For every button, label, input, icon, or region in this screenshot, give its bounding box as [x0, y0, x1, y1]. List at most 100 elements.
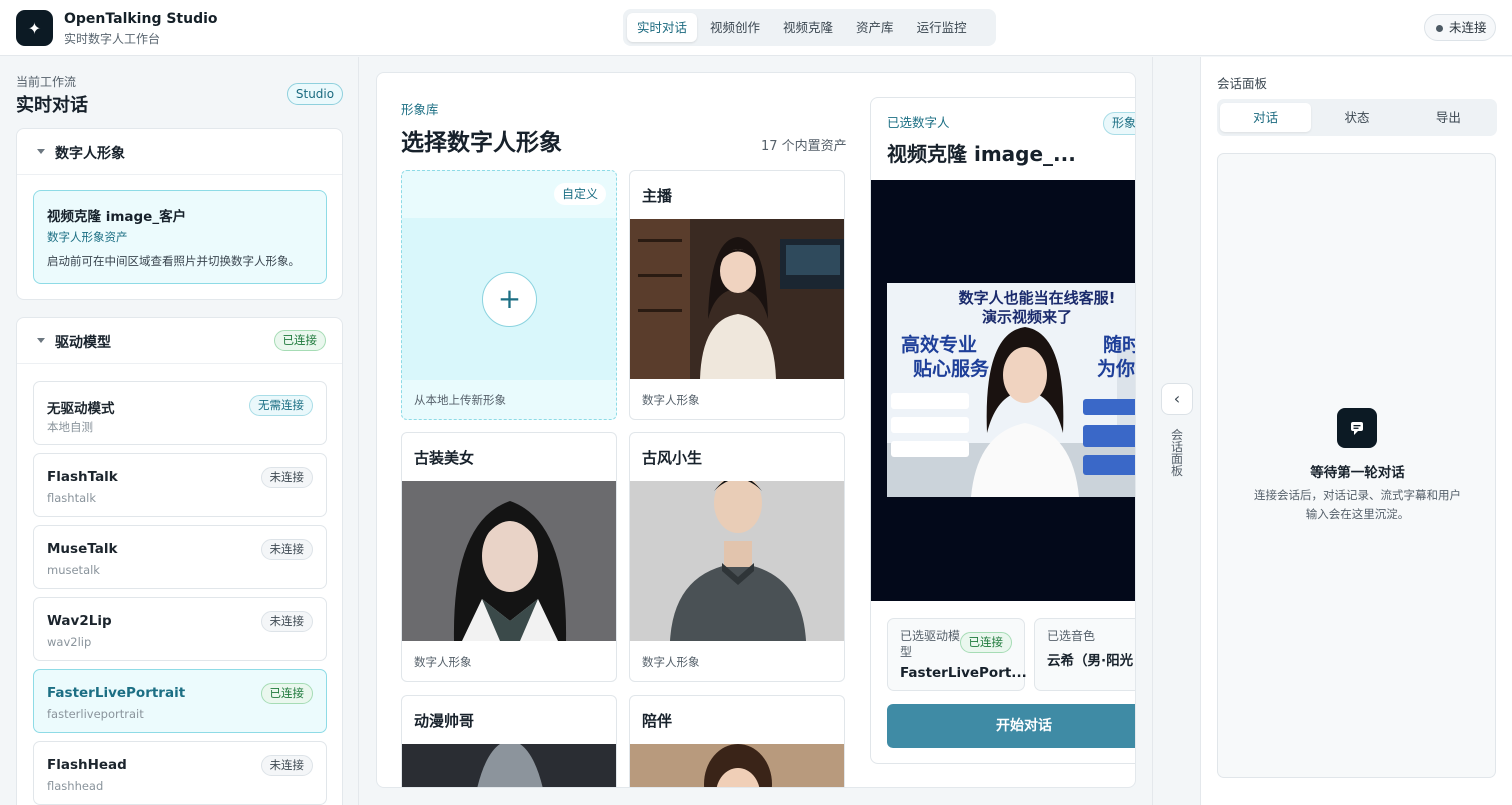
- model-section: 驱动模型 已连接 无驱动模式 本地自测 无需连接 FlashTalk flash…: [16, 317, 343, 805]
- selected-avatar-type: 数字人形象资产: [47, 230, 128, 244]
- avatar-name: 动漫帅哥: [414, 712, 475, 730]
- library-count: 17 个内置资产: [761, 139, 847, 154]
- avatar-photo-anchor: [630, 219, 844, 379]
- model-name: FasterLivePortrait: [47, 685, 186, 701]
- library-title: 选择数字人形象: [401, 130, 562, 156]
- selected-avatar-name: 视频克隆 image_客户: [47, 209, 187, 225]
- chat-area: 等待第一轮对话 连接会话后，对话记录、流式字幕和用户输入会在这里沉淀。: [1217, 153, 1496, 778]
- avatar-tile-companion[interactable]: 陪伴: [629, 695, 845, 787]
- preview-tag: 形象: [1103, 112, 1135, 135]
- custom-tag: 自定义: [553, 183, 606, 205]
- model-section-title: 驱动模型: [55, 335, 111, 351]
- avatar-photo-ancient-scholar: [630, 481, 844, 641]
- avatar-name: 古装美女: [414, 449, 475, 467]
- avatar-tile-ancient-beauty[interactable]: 古装美女 数字人形象: [401, 432, 617, 682]
- upload-area: +: [402, 218, 616, 380]
- model-status-badge: 未连接: [260, 539, 313, 560]
- status-dot-icon: [1436, 25, 1443, 32]
- avatar-tile-anchor[interactable]: 主播 数字人形象: [629, 170, 845, 420]
- model-section-header[interactable]: 驱动模型 已连接: [17, 318, 342, 364]
- selected-model-status: 已连接: [959, 632, 1012, 653]
- start-chat-button[interactable]: 开始对话: [887, 704, 1135, 748]
- avatar-type: 数字人形象: [642, 393, 700, 407]
- avatar-name: 陪伴: [642, 712, 673, 730]
- avatar-library-panel: 形象库 选择数字人形象 17 个内置资产 + 自定义 从本地上传新形象 主播 数…: [376, 72, 1136, 788]
- model-item-flashtalk[interactable]: FlashTalk flashtalk 未连接: [33, 453, 327, 517]
- model-item-wav2lip[interactable]: Wav2Lip wav2lip 未连接: [33, 597, 327, 661]
- caret-down-icon: [37, 149, 45, 154]
- nav-tab-video-creation[interactable]: 视频创作: [700, 13, 770, 42]
- top-bar: ✦ OpenTalking Studio 实时数字人工作台 实时对话 视频创作 …: [0, 0, 1512, 56]
- model-status-badge: 已连接: [260, 683, 313, 704]
- selected-avatar-desc: 启动前可在中间区域查看照片并切换数字人形象。: [47, 254, 300, 268]
- avatar-section: 数字人形象 视频克隆 image_客户 数字人形象资产 启动前可在中间区域查看照…: [16, 128, 343, 300]
- nav-tab-video-clone[interactable]: 视频克隆: [773, 13, 843, 42]
- workflow-badge: Studio: [287, 83, 343, 105]
- caret-down-icon: [37, 338, 45, 343]
- selected-voice-card[interactable]: 已选音色 云希（男·阳光: [1034, 618, 1135, 691]
- model-name: 无驱动模式: [47, 401, 115, 417]
- thumb-left-1: 高效专业: [901, 333, 977, 356]
- selected-model-value: FasterLivePort...: [900, 665, 1027, 681]
- model-id: flashtalk: [47, 491, 96, 505]
- model-id: wav2lip: [47, 635, 92, 649]
- model-id: 本地自测: [47, 420, 93, 434]
- thumb-right-1: 随时在线: [1103, 333, 1136, 356]
- model-name: FlashTalk: [47, 469, 118, 485]
- session-tabs: 对话 状态 导出: [1217, 99, 1497, 136]
- avatar-tile-anime-guy[interactable]: 动漫帅哥: [401, 695, 617, 787]
- model-status-badge: 未连接: [260, 467, 313, 488]
- avatar-name: 古风小生: [642, 449, 703, 467]
- app-logo-sparkle-icon: ✦: [16, 10, 53, 46]
- avatar-photo-companion: [630, 744, 844, 787]
- avatar-type: 数字人形象: [414, 655, 472, 669]
- model-name: Wav2Lip: [47, 613, 112, 629]
- preview-label: 已选数字人: [887, 115, 950, 130]
- chat-bubble-icon: [1337, 408, 1377, 448]
- session-panel-toggle-strip: ‹ 会话面板: [1152, 57, 1201, 805]
- avatar-section-header[interactable]: 数字人形象: [17, 129, 342, 175]
- nav-tab-asset-library[interactable]: 资产库: [846, 13, 904, 42]
- video-thumbnail: 数字人也能当在线客服! 演示视频来了 高效专业 贴心服务 随时在线 为你解: [887, 283, 1136, 497]
- session-panel: 会话面板 对话 状态 导出 等待第一轮对话 连接会话后，对话记录、流式字幕和用户…: [1201, 57, 1512, 805]
- avatar-name: 主播: [642, 187, 673, 205]
- workflow-title: 实时对话: [16, 95, 88, 116]
- upload-label: 从本地上传新形象: [414, 393, 506, 407]
- avatar-tile-ancient-scholar[interactable]: 古风小生 数字人形象: [629, 432, 845, 682]
- tab-chat[interactable]: 对话: [1220, 103, 1312, 132]
- session-panel-vertical-label[interactable]: 会话面板: [1169, 429, 1185, 477]
- plus-icon[interactable]: +: [482, 272, 537, 327]
- selected-voice-label: 已选音色: [1047, 629, 1096, 643]
- thumb-left-2: 贴心服务: [913, 357, 990, 380]
- session-panel-label: 会话面板: [1217, 76, 1268, 91]
- selected-avatar-preview: 已选数字人 视频克隆 image_... 形象 数字人也能当在线客服! 演示视频…: [870, 97, 1136, 764]
- avatar-section-title: 数字人形象: [55, 146, 125, 162]
- model-item-none[interactable]: 无驱动模式 本地自测 无需连接: [33, 381, 327, 445]
- video-preview[interactable]: 数字人也能当在线客服! 演示视频来了 高效专业 贴心服务 随时在线 为你解: [871, 180, 1136, 601]
- connection-status[interactable]: 未连接: [1424, 14, 1496, 41]
- selected-avatar-card[interactable]: 视频克隆 image_客户 数字人形象资产 启动前可在中间区域查看照片并切换数字…: [33, 190, 327, 284]
- main-nav: 实时对话 视频创作 视频克隆 资产库 运行监控: [623, 9, 996, 46]
- model-item-musetalk[interactable]: MuseTalk musetalk 未连接: [33, 525, 327, 589]
- chevron-left-icon[interactable]: ‹: [1161, 383, 1193, 415]
- nav-tab-realtime-chat[interactable]: 实时对话: [627, 13, 698, 42]
- tab-export[interactable]: 导出: [1403, 103, 1494, 132]
- model-status-badge: 未连接: [260, 611, 313, 632]
- library-label: 形象库: [401, 102, 439, 117]
- nav-tab-monitoring[interactable]: 运行监控: [907, 13, 977, 42]
- selected-voice-value: 云希（男·阳光: [1047, 653, 1134, 669]
- workflow-label: 当前工作流: [16, 75, 77, 89]
- model-status-badge: 无需连接: [249, 395, 313, 416]
- selected-model-card[interactable]: 已选驱动模型 已连接 FasterLivePort...: [887, 618, 1027, 691]
- model-name: FlashHead: [47, 757, 127, 773]
- model-item-flashhead[interactable]: FlashHead flashhead 未连接: [33, 741, 327, 805]
- model-item-fasterliveportrait[interactable]: FasterLivePortrait fasterliveportrait 已连…: [33, 669, 327, 733]
- empty-state-desc: 连接会话后，对话记录、流式字幕和用户输入会在这里沉淀。: [1254, 488, 1461, 521]
- thumb-right-2: 为你解: [1097, 357, 1136, 380]
- empty-state-title: 等待第一轮对话: [1310, 465, 1405, 481]
- model-id: fasterliveportrait: [47, 707, 144, 721]
- upload-avatar-tile[interactable]: + 自定义 从本地上传新形象: [401, 170, 617, 420]
- thumb-headline-1: 数字人也能当在线客服!: [959, 289, 1116, 307]
- connection-status-label: 未连接: [1449, 20, 1487, 35]
- tab-status[interactable]: 状态: [1311, 103, 1402, 132]
